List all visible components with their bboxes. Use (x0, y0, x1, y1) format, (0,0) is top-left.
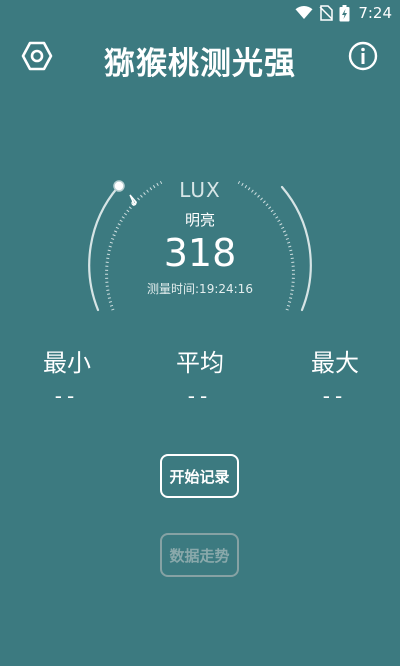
app-header: 猕猴桃测光强 (0, 30, 400, 82)
stat-min-label: 最小 (43, 349, 91, 377)
stat-avg-label: 平均 (176, 349, 224, 377)
stat-max: 最大 -- (285, 343, 385, 408)
stat-max-value: -- (322, 384, 348, 408)
lux-value: 318 (163, 231, 237, 275)
data-trend-button[interactable]: 数据走势 (160, 533, 239, 577)
status-icons: 7:24 (295, 3, 392, 23)
stat-avg-value: -- (187, 384, 213, 408)
brightness-level: 明亮 (184, 211, 215, 229)
status-bar: 7:24 (0, 0, 400, 26)
app-title: 猕猴桃测光强 (104, 46, 296, 82)
info-icon (348, 41, 378, 71)
info-button[interactable] (347, 40, 379, 72)
sim-no-signal-icon (319, 5, 334, 21)
wifi-icon (295, 6, 313, 19)
stats-row: 最小 -- 平均 -- 最大 -- (0, 343, 400, 423)
start-record-button[interactable]: 开始记录 (160, 454, 239, 498)
measure-time: 测量时间:19:24:16 (147, 282, 253, 296)
app-screen: 7:24 猕猴桃测光强 LUX 明亮 318 测量时间:19:24:16 最小 … (0, 0, 400, 666)
stat-max-label: 最大 (311, 349, 359, 377)
stat-min: 最小 -- (17, 343, 117, 408)
lux-unit-label: LUX (179, 178, 221, 202)
status-time: 7:24 (358, 4, 392, 22)
stat-min-value: -- (54, 384, 80, 408)
battery-charging-icon (339, 4, 350, 21)
lux-gauge: LUX 明亮 318 测量时间:19:24:16 (80, 165, 320, 315)
stat-avg: 平均 -- (150, 343, 250, 408)
